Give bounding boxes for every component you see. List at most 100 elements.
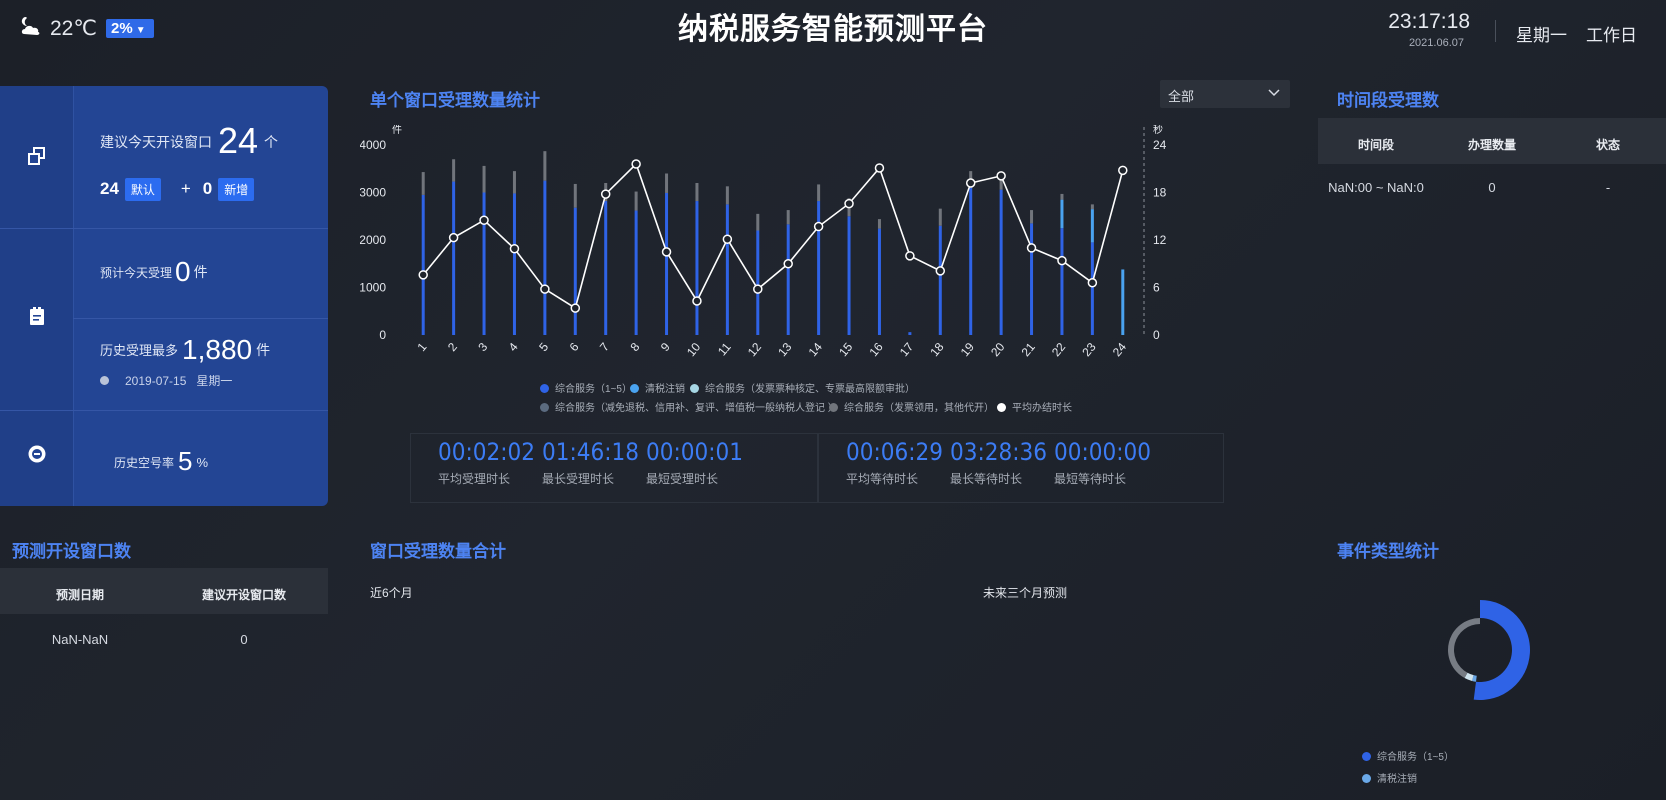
y-axis-left-label: 件 (392, 125, 402, 136)
window-chart-title: 单个窗口受理数量统计 (370, 91, 540, 110)
day-type: 工作日 (1586, 26, 1637, 45)
x-tick-label: 12 (745, 340, 765, 359)
forecast-section-title: 预测开设窗口数 (12, 542, 131, 561)
avg-duration-point (753, 284, 763, 294)
avg-duration-point (418, 270, 428, 280)
bar-segment (573, 183, 577, 208)
avg-duration-point (540, 284, 550, 294)
window-breakdown: 24 默认 +0 新增 (100, 178, 255, 201)
bar-segment (452, 159, 456, 182)
event-legend-item[interactable]: 清税注销 (1362, 770, 1417, 785)
bar-segment (482, 165, 486, 193)
divider (0, 228, 328, 229)
legend-label: 清税注销 (1377, 774, 1417, 785)
header-divider (1495, 20, 1496, 42)
event-section-title: 事件类型统计 (1337, 542, 1439, 561)
avg-duration-point (935, 266, 946, 276)
x-tick-label: 20 (988, 340, 1008, 359)
legend-dot (1362, 774, 1371, 783)
legend-item[interactable]: 综合服务（1~5） (540, 380, 632, 395)
period-cell-count: 0 (1488, 180, 1496, 195)
legend-item[interactable]: 清税注销 (630, 380, 685, 395)
history-max-unit: 件 (256, 342, 271, 358)
bar-segment (665, 192, 669, 335)
stat-label: 最短受理时长 (646, 472, 719, 486)
legend-item[interactable]: 综合服务（减免退税、信用补、复评、增值税一般纳税人登记 ） (540, 399, 838, 414)
avg-duration-point (996, 171, 1006, 181)
avg-duration-point (692, 296, 702, 306)
stat-value: 00:00:01 (646, 438, 743, 466)
y-tick-right: 6 (1153, 281, 1160, 295)
divider (73, 318, 328, 319)
legend-item[interactable]: 综合服务（发票票种核定、专票最高限额审批） (690, 380, 915, 395)
x-tick-label: 10 (684, 340, 704, 359)
bar-segment (847, 216, 851, 335)
avg-duration-point (1057, 255, 1067, 266)
bar-segment (1090, 209, 1094, 243)
stat-value: 00:02:02 (438, 438, 535, 466)
x-tick-label: 8 (627, 340, 642, 354)
bar-segment (634, 191, 638, 211)
period-cell-status: - (1605, 180, 1611, 195)
event-legend-item[interactable]: 综合服务（1~5） (1362, 748, 1454, 763)
bar-segment (1090, 204, 1094, 210)
bar-segment (725, 186, 729, 205)
bar-segment (1030, 210, 1034, 224)
bar-segment (421, 172, 425, 195)
legend-label: 清税注销 (645, 384, 685, 395)
bar-segment (969, 187, 973, 335)
period-col-status: 状态 (1595, 138, 1620, 152)
x-tick-label: 22 (1049, 340, 1069, 359)
x-tick-label: 16 (866, 340, 886, 359)
bar-segment (695, 183, 699, 202)
stat-label: 最短等待时长 (1054, 472, 1127, 486)
avg-duration-point (813, 221, 824, 232)
bar-segment (999, 189, 1003, 335)
suggest-windows-text: 建议今天开设窗口 24 个 (100, 120, 278, 162)
legend-label: 综合服务（1~5） (1377, 752, 1454, 763)
history-max-text: 历史受理最多 1,880 件 (100, 334, 270, 366)
x-tick-label: 14 (806, 340, 826, 359)
history-max-value: 1,880 (182, 334, 253, 365)
avg-duration-point (844, 198, 854, 209)
donut-slice (1448, 618, 1480, 679)
legend-item[interactable]: 综合服务（发票领用，其他代开） (829, 399, 994, 414)
y-tick-right: 24 (1153, 138, 1167, 152)
x-tick-label: 5 (536, 340, 551, 354)
new-count: 0 (202, 179, 213, 198)
forecast-col-date: 预测日期 (55, 588, 104, 602)
total-section-title: 窗口受理数量合计 (370, 542, 506, 561)
bar-segment (665, 173, 669, 193)
empty-rate-value: 5 (178, 446, 193, 476)
avg-duration-point (874, 163, 885, 173)
x-tick-label: 3 (475, 340, 490, 354)
legend-dot (829, 403, 838, 412)
history-max-weekday: 星期一 (196, 374, 233, 388)
x-tick-label: 2 (445, 340, 460, 354)
bar-segment (817, 184, 821, 202)
legend-item[interactable]: 平均办结时长 (997, 399, 1072, 414)
bar-segment (938, 208, 942, 226)
service-filter-select[interactable]: 全部 (1160, 80, 1290, 108)
suggest-value: 24 (218, 120, 259, 161)
bar-segment (786, 210, 790, 225)
legend-dot (997, 403, 1006, 412)
empty-rate-unit: % (196, 455, 209, 470)
default-count: 24 (100, 179, 119, 198)
forecast-col-windows: 建议开设窗口数 (201, 588, 286, 602)
event-legend: 综合服务（1~5） 清税注销 (1362, 746, 1642, 800)
recent-6-months-label: 近6个月 (370, 586, 413, 600)
avg-duration-point (783, 259, 793, 269)
bar-segment (543, 180, 547, 335)
bar-segment (421, 194, 425, 335)
bar-segment (786, 224, 790, 335)
avg-duration-point (448, 232, 459, 243)
x-tick-label: 24 (1110, 340, 1130, 359)
y-tick-right: 0 (1153, 328, 1160, 342)
history-max-date-row: 2019-07-15 星期一 (100, 372, 232, 389)
stat-value: 01:46:18 (542, 438, 639, 466)
avg-duration-point (570, 303, 581, 313)
legend-dot (1362, 752, 1371, 761)
legend-dot (690, 384, 699, 393)
suggest-label: 建议今天开设窗口 (100, 134, 212, 150)
